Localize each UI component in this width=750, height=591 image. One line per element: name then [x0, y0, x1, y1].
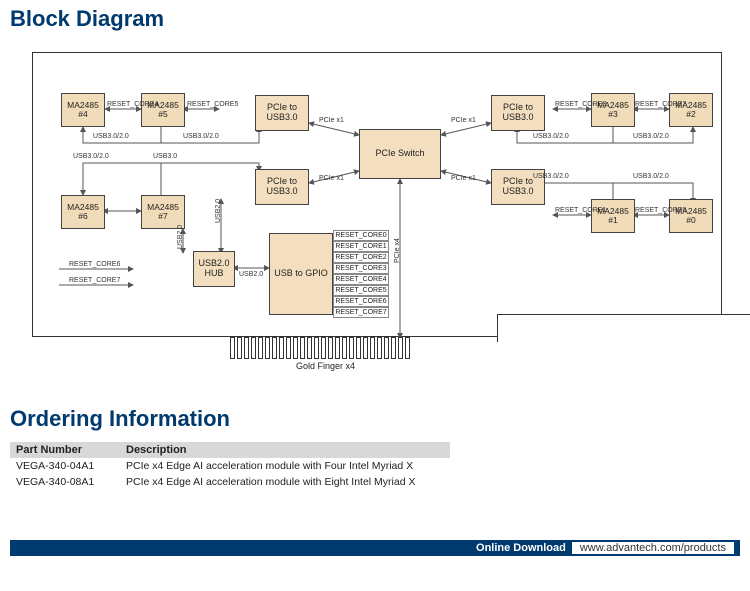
- footer-url[interactable]: www.advantech.com/products: [572, 542, 734, 554]
- block-usb-gpio: USB to GPIO: [269, 233, 333, 315]
- table-row: VEGA-340-04A1 PCIe x4 Edge AI accelerati…: [10, 458, 450, 474]
- label-usb20-a: USB2.0: [215, 199, 222, 223]
- heading-ordering: Ordering Information: [10, 400, 740, 438]
- label-reset-core1: RESET_CORE1: [555, 207, 606, 214]
- label-reset-core5: RESET_CORE5: [187, 101, 238, 108]
- col-description: Description: [120, 442, 450, 458]
- block-ma2485-2: MA2485#2: [669, 93, 713, 127]
- label-pcie-x1-a: PCIe x1: [319, 117, 344, 124]
- label-usb3020-b: USB3.0/2.0: [183, 133, 219, 140]
- block-pcie-usb-tl: PCIe toUSB3.0: [255, 95, 309, 131]
- board-outline: MA2485#4 MA2485#5 PCIe toUSB3.0 PCIe toU…: [32, 52, 722, 337]
- label-reset-core4: RESET_CORE4: [107, 101, 158, 108]
- board-notch: [497, 314, 750, 342]
- reset-core-row-1: RESET_CORE1: [333, 241, 389, 252]
- label-usb3020-d: USB3.0/2.0: [633, 133, 669, 140]
- block-ma2485-1: MA2485#1: [591, 199, 635, 233]
- label-reset-core6: RESET_CORE6: [69, 261, 120, 268]
- label-pcie-x1-c: PCIe x1: [319, 175, 344, 182]
- block-pcie-usb-bl: PCIe toUSB3.0: [255, 169, 309, 205]
- block-usb2-hub: USB2.0HUB: [193, 251, 235, 287]
- cell-desc-1: PCIe x4 Edge AI acceleration module with…: [120, 474, 450, 490]
- reset-core-row-5: RESET_CORE5: [333, 285, 389, 296]
- label-usb20-b: USB2.0: [177, 225, 184, 249]
- block-ma2485-3: MA2485#3: [591, 93, 635, 127]
- cell-pn-1: VEGA-340-08A1: [10, 474, 120, 490]
- block-ma2485-5: MA2485#5: [141, 93, 185, 127]
- label-pcie-x4: PCIe x4: [394, 238, 401, 263]
- block-ma2485-4: MA2485#4: [61, 93, 105, 127]
- label-usb3020-a: USB3.0/2.0: [93, 133, 129, 140]
- reset-core-row-4: RESET_CORE4: [333, 274, 389, 285]
- label-usb3020-f: USB3.0/2.0: [533, 173, 569, 180]
- gold-finger-label: Gold Finger x4: [296, 361, 355, 371]
- label-usb30: USB3.0: [153, 153, 177, 160]
- label-reset-core3: RESET_CORE3: [555, 101, 606, 108]
- block-ma2485-6: MA2485#6: [61, 195, 105, 229]
- label-usb20-c: USB2.0: [239, 271, 263, 278]
- block-pcie-usb-tr: PCIe toUSB3.0: [491, 95, 545, 131]
- cell-desc-0: PCIe x4 Edge AI acceleration module with…: [120, 458, 450, 474]
- ordering-table: Part Number Description VEGA-340-04A1 PC…: [10, 442, 450, 490]
- label-usb3020-e: USB3.0/2.0: [73, 153, 109, 160]
- label-reset-core0: RESET_CORE0: [635, 207, 686, 214]
- block-ma2485-0: MA2485#0: [669, 199, 713, 233]
- label-pcie-x1-d: PCIe x1: [451, 175, 476, 182]
- label-reset-core7: RESET_CORE7: [69, 277, 120, 284]
- gold-fingers: [230, 337, 430, 359]
- reset-core-row-6: RESET_CORE6: [333, 296, 389, 307]
- cell-pn-0: VEGA-340-04A1: [10, 458, 120, 474]
- col-part-number: Part Number: [10, 442, 120, 458]
- label-reset-core2: RESET_CORE2: [635, 101, 686, 108]
- reset-core-row-2: RESET_CORE2: [333, 252, 389, 263]
- reset-core-row-3: RESET_CORE3: [333, 263, 389, 274]
- footer-bar: Online Download www.advantech.com/produc…: [10, 540, 740, 556]
- label-pcie-x1-b: PCIe x1: [451, 117, 476, 124]
- footer-download-label: Online Download: [470, 542, 572, 554]
- reset-core-row-7: RESET_CORE7: [333, 307, 389, 318]
- label-usb3020-c: USB3.0/2.0: [533, 133, 569, 140]
- label-usb3020-g: USB3.0/2.0: [633, 173, 669, 180]
- heading-block-diagram: Block Diagram: [0, 0, 750, 38]
- table-row: VEGA-340-08A1 PCIe x4 Edge AI accelerati…: [10, 474, 450, 490]
- reset-core-row-0: RESET_CORE0: [333, 230, 389, 241]
- block-pcie-switch: PCIe Switch: [359, 129, 441, 179]
- ordering-section: Ordering Information Part Number Descrip…: [10, 400, 740, 490]
- table-header-row: Part Number Description: [10, 442, 450, 458]
